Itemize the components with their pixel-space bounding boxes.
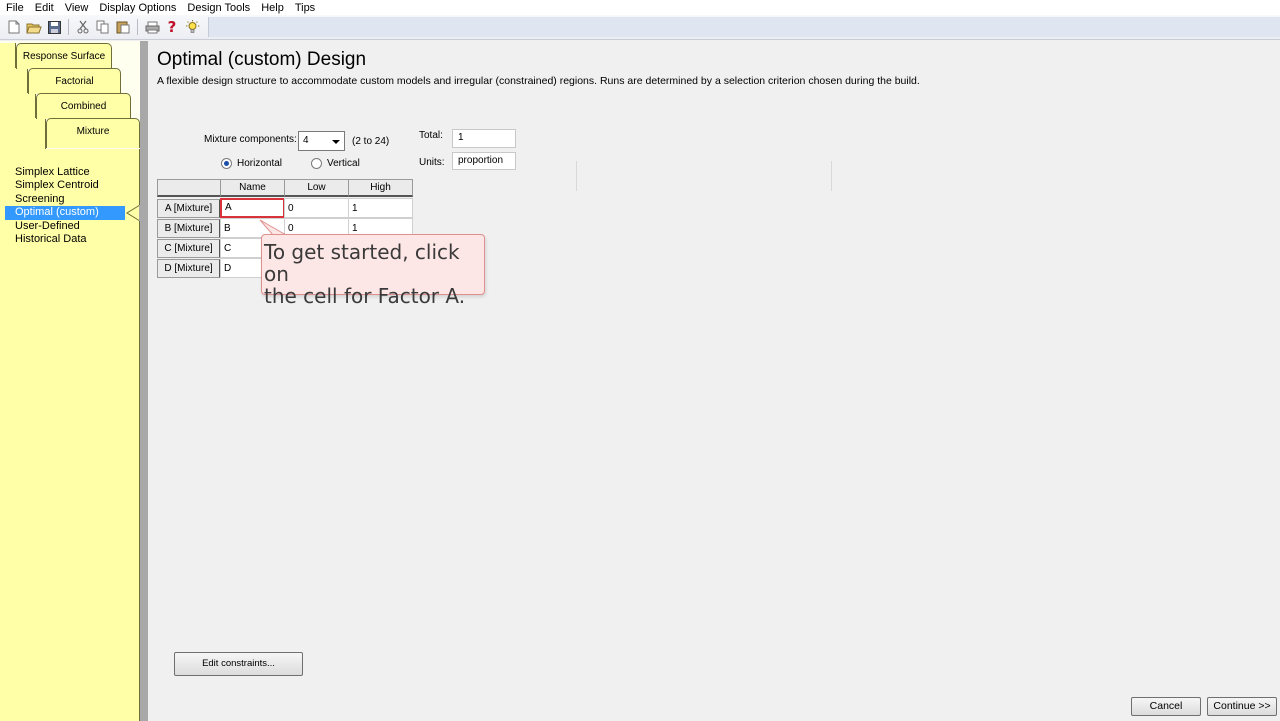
- row-header-a[interactable]: A [Mixture]: [157, 199, 221, 218]
- toolbar-separator: [68, 19, 69, 35]
- total-label: Total:: [419, 130, 443, 141]
- open-folder-icon[interactable]: [26, 19, 42, 35]
- design-item-simplex-lattice[interactable]: Simplex Lattice: [5, 166, 125, 179]
- design-type-panel: Response Surface Factorial Combined Mixt…: [0, 41, 148, 721]
- design-item-optimal-custom[interactable]: Optimal (custom): [5, 206, 125, 220]
- lightbulb-icon[interactable]: [184, 19, 200, 35]
- tab-backing: [0, 118, 46, 150]
- column-header-high[interactable]: High: [348, 179, 413, 197]
- continue-button[interactable]: Continue >>: [1207, 697, 1277, 716]
- orientation-vertical-radio[interactable]: Vertical: [311, 158, 360, 169]
- tab-response-surface[interactable]: Response Surface: [16, 43, 112, 69]
- orientation-vertical-label: Vertical: [327, 158, 360, 169]
- tab-factorial[interactable]: Factorial: [28, 68, 121, 94]
- column-header-name[interactable]: Name: [220, 179, 285, 197]
- factor-a-low-cell[interactable]: 0: [284, 198, 349, 218]
- menu-file[interactable]: File: [0, 1, 29, 15]
- cancel-button[interactable]: Cancel: [1131, 697, 1201, 716]
- radio-checked-icon: [221, 158, 232, 169]
- tip-callout-text: To get started, click on the cell for Fa…: [264, 240, 466, 308]
- help-question-icon[interactable]: ?: [164, 18, 180, 36]
- units-label: Units:: [419, 157, 445, 168]
- paste-icon[interactable]: [115, 19, 131, 35]
- design-setup-area: Optimal (custom) Design A flexible desig…: [148, 41, 1280, 721]
- menu-edit[interactable]: Edit: [29, 1, 59, 15]
- design-item-simplex-centroid[interactable]: Simplex Centroid: [5, 179, 125, 192]
- tip-callout: To get started, click on the cell for Fa…: [261, 234, 485, 307]
- toolbar-separator: [137, 19, 138, 35]
- mixture-components-value: 4: [303, 135, 309, 146]
- print-icon[interactable]: [144, 19, 160, 35]
- design-item-historical-data[interactable]: Historical Data: [5, 233, 125, 246]
- total-field[interactable]: 1: [452, 129, 516, 148]
- row-header-c[interactable]: C [Mixture]: [157, 239, 221, 258]
- components-range-hint: (2 to 24): [352, 136, 390, 147]
- design-item-screening[interactable]: Screening: [5, 193, 125, 206]
- new-file-icon[interactable]: [6, 19, 22, 35]
- copy-icon[interactable]: [95, 19, 111, 35]
- menu-bar: File Edit View Display Options Design To…: [0, 0, 1280, 15]
- design-tabs: Response Surface Factorial Combined Mixt…: [0, 41, 140, 151]
- toolbar: ?: [0, 15, 1280, 40]
- factor-a-high-cell[interactable]: 1: [348, 198, 413, 218]
- divider: [576, 161, 577, 191]
- factor-a-name-cell[interactable]: A: [220, 198, 285, 218]
- mixture-components-select[interactable]: 4: [298, 131, 345, 151]
- toolbar-strip: [208, 17, 1280, 37]
- cut-icon[interactable]: [75, 19, 91, 35]
- menu-view[interactable]: View: [59, 1, 94, 15]
- row-header-d[interactable]: D [Mixture]: [157, 259, 221, 278]
- units-field[interactable]: proportion: [452, 152, 516, 170]
- panel-splitter[interactable]: [140, 41, 148, 721]
- divider: [831, 161, 832, 191]
- orientation-horizontal-radio[interactable]: Horizontal: [221, 158, 282, 169]
- page-title: Optimal (custom) Design: [157, 49, 367, 70]
- save-icon[interactable]: [46, 19, 62, 35]
- tab-mixture[interactable]: Mixture: [46, 118, 140, 148]
- menu-display-options[interactable]: Display Options: [93, 1, 181, 15]
- edit-constraints-button[interactable]: Edit constraints...: [174, 652, 303, 676]
- mixture-components-label: Mixture components:: [204, 134, 297, 145]
- menu-tips[interactable]: Tips: [289, 1, 320, 15]
- tab-combined[interactable]: Combined: [36, 93, 131, 119]
- column-header-low[interactable]: Low: [284, 179, 349, 197]
- chevron-down-icon: [332, 140, 340, 144]
- row-header-b[interactable]: B [Mixture]: [157, 219, 221, 238]
- grid-corner: [157, 179, 221, 197]
- radio-unchecked-icon: [311, 158, 322, 169]
- menu-design-tools[interactable]: Design Tools: [181, 1, 255, 15]
- page-description: A flexible design structure to accommoda…: [157, 75, 920, 87]
- design-list: Simplex Lattice Simplex Centroid Screeni…: [0, 149, 140, 721]
- menu-help[interactable]: Help: [255, 1, 289, 15]
- toolbar-buttons: ?: [0, 15, 208, 39]
- orientation-horizontal-label: Horizontal: [237, 158, 283, 169]
- design-item-user-defined[interactable]: User-Defined: [5, 220, 125, 233]
